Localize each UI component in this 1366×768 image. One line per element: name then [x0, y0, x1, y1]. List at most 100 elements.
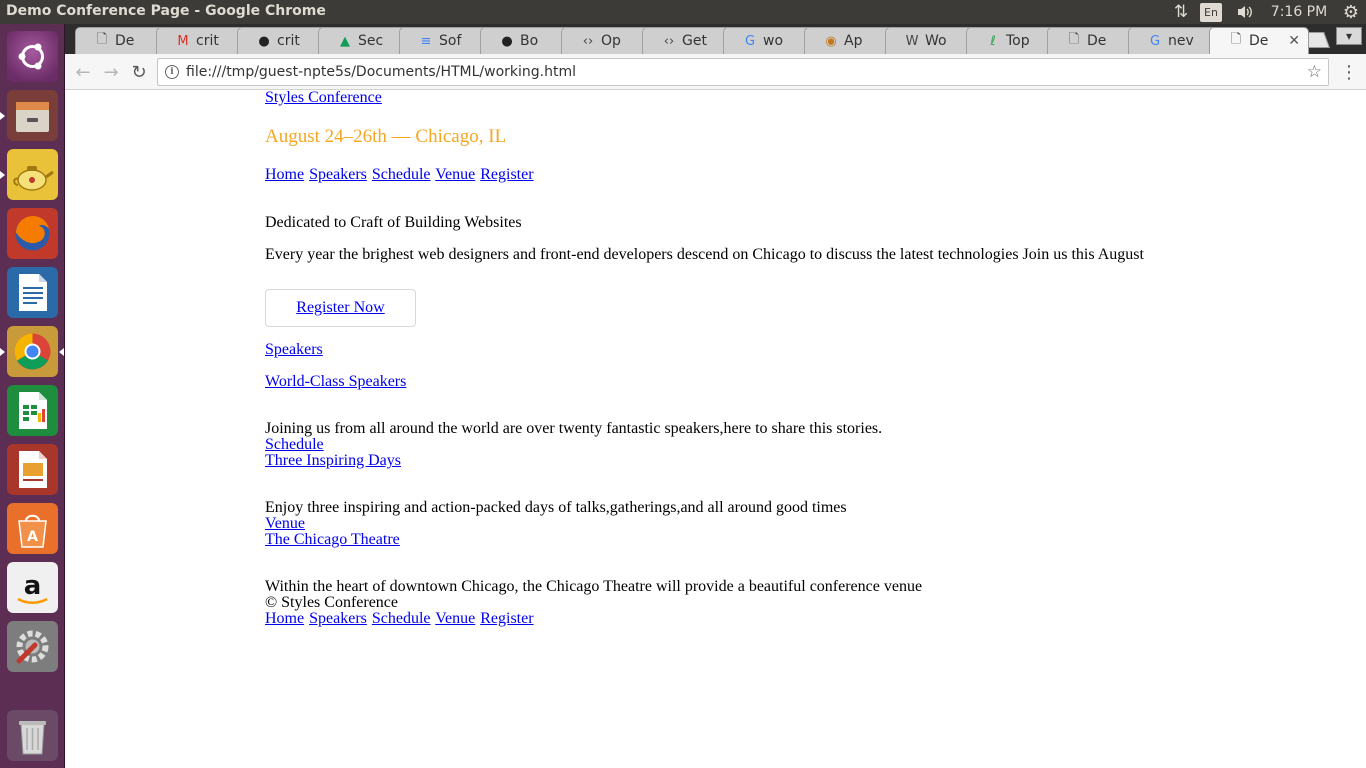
nav-link-speakers[interactable]: Speakers — [309, 166, 367, 183]
tab-label: De — [1087, 33, 1107, 49]
tab-content: ‹› Op — [580, 33, 621, 49]
teapot-app-icon[interactable] — [7, 149, 58, 200]
nav-link-schedule[interactable]: Schedule — [372, 166, 431, 183]
tab-content: ℓ Top — [985, 33, 1030, 49]
footer-link-venue[interactable]: Venue — [435, 610, 475, 627]
footer-nav: Home Speakers Schedule Venue Register — [265, 610, 535, 628]
software-center-icon[interactable]: A — [7, 503, 58, 554]
tab-label: Sec — [358, 33, 384, 49]
leaf-icon: ℓ — [990, 33, 996, 49]
wikipedia-icon: W — [905, 33, 919, 49]
tab-label: De — [115, 33, 135, 49]
google-icon: G — [1149, 33, 1161, 49]
libreoffice-calc-icon[interactable] — [7, 385, 58, 436]
tab-content: W Wo — [904, 33, 947, 49]
svg-text:a: a — [24, 571, 42, 601]
page-icon: 🗋 — [1230, 32, 1242, 47]
google-drive-icon: ▲ — [340, 33, 350, 49]
forward-arrow-icon[interactable]: → — [99, 61, 123, 83]
firefox-icon[interactable] — [7, 208, 58, 259]
back-arrow-icon[interactable]: ← — [71, 61, 95, 83]
files-icon[interactable] — [7, 90, 58, 141]
schedule-link[interactable]: Schedule — [265, 436, 324, 453]
keyboard-language-indicator[interactable]: En — [1200, 2, 1222, 22]
ubuntu-dash-icon[interactable] — [7, 31, 58, 82]
register-now-link[interactable]: Register Now — [296, 299, 384, 317]
tab-label: Bo — [520, 33, 539, 49]
tab-label: De — [1249, 33, 1269, 49]
tab-label: crit — [196, 33, 219, 49]
venue-link[interactable]: Venue — [265, 515, 305, 532]
volume-icon[interactable] — [1228, 0, 1262, 24]
app-icon: ◉ — [825, 33, 837, 49]
google-docs-icon: ≡ — [420, 33, 432, 49]
tab-content: Gwo — [742, 33, 783, 49]
reload-icon[interactable]: ↻ — [127, 61, 151, 83]
nav-link-venue[interactable]: Venue — [435, 166, 475, 183]
tab-label: Op — [601, 33, 621, 49]
footer-link-register[interactable]: Register — [480, 610, 533, 627]
primary-nav: Home Speakers Schedule Venue Register — [265, 166, 535, 184]
libreoffice-writer-icon[interactable] — [7, 267, 58, 318]
system-settings-icon[interactable] — [7, 621, 58, 672]
tab-content: Mcrit — [175, 33, 219, 49]
footer-link-schedule[interactable]: Schedule — [372, 610, 431, 627]
browser-tab[interactable]: 🗋 De ✕ — [1209, 27, 1309, 54]
browser-toolbar: ← → ↻ i file:///tmp/guest-npte5s/Documen… — [65, 54, 1366, 90]
web-page: Styles Conference August 24–26th — Chica… — [65, 89, 1366, 768]
nav-link-home[interactable]: Home — [265, 166, 304, 183]
tab-label: Sof — [439, 33, 462, 49]
date-location: August 24–26th — Chicago, IL — [265, 126, 507, 147]
intro-text: Every year the brighest web designers an… — [265, 246, 1144, 263]
address-bar[interactable]: i file:///tmp/guest-npte5s/Documents/HTM… — [157, 58, 1329, 86]
speakers-text: Joining us from all around the world are… — [265, 420, 883, 437]
window-title: Demo Conference Page - Google Chrome — [6, 3, 326, 19]
google-icon: G — [744, 33, 756, 49]
tab-label: crit — [277, 33, 300, 49]
site-title-link[interactable]: Styles Conference — [265, 89, 382, 106]
tab-label: Wo — [925, 33, 947, 49]
close-icon[interactable]: ✕ — [1288, 33, 1300, 49]
tab-content: ▲ Sec — [337, 33, 383, 49]
tab-content: 🗋 De — [1066, 32, 1107, 49]
tab-label: nev — [1168, 33, 1194, 49]
trash-icon[interactable] — [7, 710, 58, 761]
code-icon: ‹› — [582, 33, 594, 49]
gmail-icon: M — [177, 33, 189, 49]
page-icon: 🗋 — [96, 32, 108, 47]
schedule-heading-link[interactable]: Three Inspiring Days — [265, 452, 401, 469]
url-text[interactable]: file:///tmp/guest-npte5s/Documents/HTML/… — [186, 64, 576, 80]
tab-label: Ap — [844, 33, 863, 49]
unity-launcher: A a — [0, 24, 65, 768]
tab-content: ‹› Get — [661, 33, 707, 49]
chrome-menu-icon[interactable]: ⋮ — [1340, 61, 1358, 83]
tagline: Dedicated to Craft of Building Websites — [265, 214, 522, 231]
tab-label: wo — [763, 33, 784, 49]
system-gear-icon[interactable]: ⚙ — [1336, 0, 1366, 24]
tab-content: 🗋 De — [1228, 32, 1269, 49]
github-icon: ● — [501, 33, 513, 49]
page-icon: 🗋 — [1068, 32, 1080, 47]
tab-content: ≡ Sof — [418, 33, 462, 49]
clock[interactable]: 7:16 PM — [1262, 0, 1336, 24]
tab-label: Get — [682, 33, 707, 49]
tab-label: Top — [1006, 33, 1030, 49]
system-tray: ⇅ En 7:16 PM ⚙ — [1168, 0, 1366, 24]
register-now-button[interactable]: Register Now — [265, 289, 416, 327]
github-icon: ● — [258, 33, 270, 49]
speakers-link[interactable]: Speakers — [265, 341, 323, 358]
bookmark-star-icon[interactable]: ☆ — [1307, 62, 1322, 82]
network-icon[interactable]: ⇅ — [1168, 0, 1194, 24]
schedule-text: Enjoy three inspiring and action-packed … — [265, 499, 847, 516]
venue-heading-link[interactable]: The Chicago Theatre — [265, 531, 400, 548]
nav-link-register[interactable]: Register — [480, 166, 533, 183]
amazon-icon[interactable]: a — [7, 562, 58, 613]
footer-link-home[interactable]: Home — [265, 610, 304, 627]
speakers-heading-link[interactable]: World-Class Speakers — [265, 373, 406, 390]
chrome-icon[interactable] — [7, 326, 58, 377]
window-menu-button[interactable]: ▾ — [1336, 27, 1362, 45]
page-info-icon[interactable]: i — [165, 65, 179, 79]
tab-content: ● Bo — [499, 33, 538, 49]
libreoffice-impress-icon[interactable] — [7, 444, 58, 495]
footer-link-speakers[interactable]: Speakers — [309, 610, 367, 627]
